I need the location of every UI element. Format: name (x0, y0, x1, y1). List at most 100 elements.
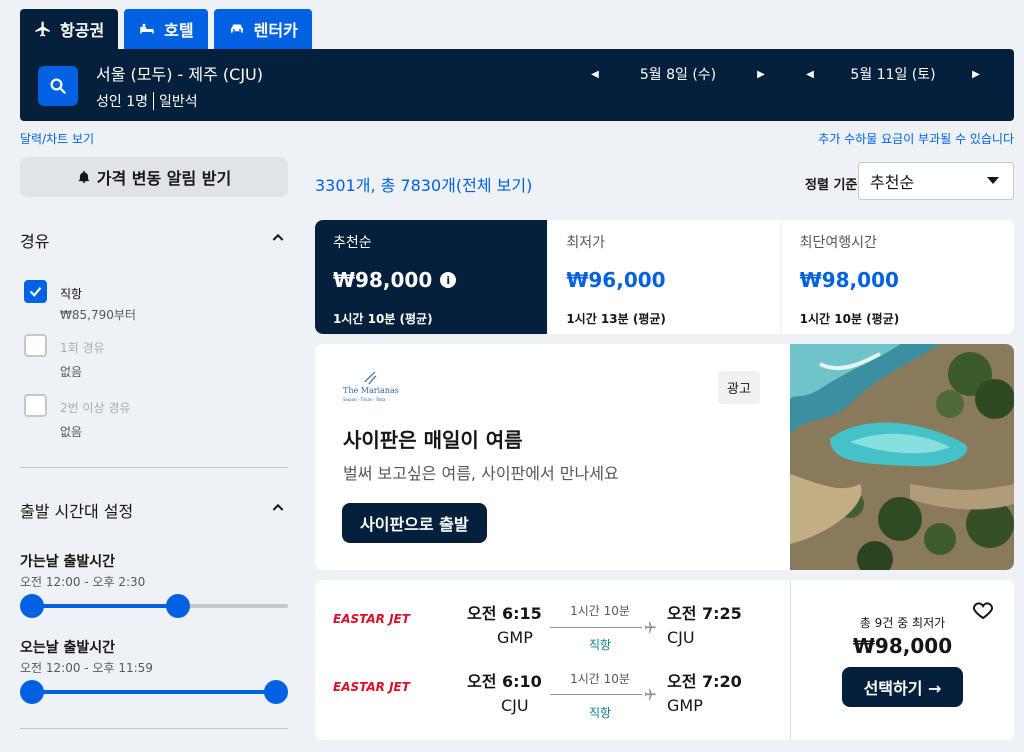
caret-down-icon (987, 177, 999, 184)
leg1-arrival-code: CJU (667, 628, 695, 647)
tab-car-hire-label: 렌터카 (253, 21, 298, 40)
sort-tab-price: ₩98,000 (333, 268, 433, 292)
leg2-departure-code: CJU (501, 696, 529, 715)
plane-icon (35, 21, 50, 37)
travellers-cabin[interactable]: 성인 1명 일반석 (96, 91, 198, 111)
sort-tab-title: 추천순 (333, 235, 372, 251)
stops-two-price: 없음 (60, 425, 83, 439)
next-return-date-icon[interactable]: ▶ (969, 69, 983, 80)
card-divider (790, 580, 791, 740)
leg1-departure-code: GMP (497, 628, 533, 647)
airline-logo: EASTAR JET (333, 612, 410, 626)
car-icon (230, 24, 243, 33)
inbound-slider-title: 오는날 출발시간 (20, 640, 116, 656)
leg2-arrival-code: GMP (667, 696, 703, 715)
prev-date-icon[interactable]: ◀ (588, 69, 602, 80)
inbound-slider-track[interactable] (20, 680, 288, 704)
airline-logo: EASTAR JET (333, 680, 410, 694)
leg1-duration: 1시간 10분 (570, 604, 630, 618)
results-count-link[interactable]: 3301개, 총 7830개(전체 보기) (315, 172, 532, 196)
divider (20, 728, 288, 729)
search-icon (50, 78, 66, 94)
cabin-text: 일반석 (159, 94, 198, 110)
plane-icon (644, 688, 656, 700)
search-summary-bar: 서울 (모두) - 제주 (CJU) 성인 1명 일반석 ◀ 5월 8일 (수)… (20, 49, 1014, 121)
stops-two-label: 2번 이상 경유 (60, 401, 131, 415)
outbound-slider-fill (32, 604, 179, 608)
sort-tab-price: ₩96,000 (566, 268, 666, 292)
route-text[interactable]: 서울 (모두) - 제주 (CJU) (96, 61, 263, 85)
ad-subtitle: 벌써 보고싶은 여름, 사이판에서 만나세요 (343, 464, 619, 483)
inbound-slider-end-handle[interactable] (264, 680, 288, 704)
tab-hotels-label: 호텔 (164, 21, 194, 40)
divider (20, 467, 288, 468)
stops-one-checkbox[interactable] (24, 334, 47, 357)
outbound-slider-start-handle[interactable] (20, 594, 44, 618)
sort-tab-cheapest[interactable]: 최저가 ₩96,000 1시간 13분 (평균) (548, 220, 781, 334)
stops-direct-checkbox[interactable] (24, 280, 47, 303)
prev-return-date-icon[interactable]: ◀ (803, 69, 817, 80)
ad-cta-button[interactable]: 사이판으로 출발 (342, 503, 487, 543)
outbound-slider-track[interactable] (20, 594, 288, 618)
return-date-picker: ◀ 5월 11일 (토) ▶ (803, 63, 983, 85)
check-icon (29, 287, 42, 297)
next-date-icon[interactable]: ▶ (754, 69, 768, 80)
price-alert-button[interactable]: 가격 변동 알림 받기 (20, 157, 288, 197)
flight-card[interactable]: EASTAR JET 오전 6:15 GMP 1시간 10분 직항 오전 7:2… (315, 580, 1014, 740)
stops-one-label: 1회 경유 (60, 341, 105, 355)
select-flight-button[interactable]: 선택하기 → (842, 667, 963, 707)
sort-tab-fastest[interactable]: 최단여행시간 ₩98,000 1시간 10분 (평균) (781, 220, 1014, 334)
price-alert-label: 가격 변동 알림 받기 (96, 169, 232, 188)
search-button[interactable] (38, 66, 78, 106)
bed-icon (140, 23, 154, 34)
bell-icon (78, 170, 89, 183)
deals-text: 총 9건 중 최저가 (859, 616, 946, 630)
sort-select[interactable]: 추천순 (858, 162, 1014, 200)
tab-flights-label: 항공권 (60, 21, 105, 40)
inbound-slider-fill (32, 690, 276, 694)
leg1-arrival-time: 오전 7:25 (667, 604, 742, 623)
ad-brand-tagline: Saipan · Tinian · Rota (343, 397, 386, 402)
sort-value: 추천순 (870, 173, 915, 192)
depart-date[interactable]: 5월 8일 (수) (602, 64, 754, 84)
tab-car-hire[interactable]: 렌터카 (213, 9, 312, 49)
sort-tab-duration: 1시간 10분 (평균) (333, 312, 433, 326)
inbound-slider-range: 오전 12:00 - 오후 11:59 (20, 661, 153, 675)
outbound-slider-title: 가는날 출발시간 (20, 554, 116, 570)
leg2-stops: 직항 (588, 706, 612, 720)
tab-flights[interactable]: 항공권 (20, 9, 119, 49)
sort-tab-title: 최단여행시간 (799, 235, 877, 251)
ad-badge: 광고 (718, 371, 760, 404)
sort-tab-price: ₩98,000 (799, 268, 899, 292)
sort-tab-duration: 1시간 10분 (평균) (799, 312, 900, 326)
leg1-route-line (550, 627, 642, 628)
stops-direct-price: ₩85,790부터 (60, 308, 136, 322)
chevron-up-icon[interactable] (270, 500, 286, 516)
ad-card[interactable]: The Marianas Saipan · Tinian · Rota 광고 사… (315, 344, 1014, 570)
bird-icon (364, 371, 377, 385)
ad-title: 사이판은 매일이 여름 (343, 428, 523, 452)
ad-beach-image (790, 344, 1014, 570)
flight-price: ₩98,000 (852, 634, 953, 658)
outbound-slider-end-handle[interactable] (166, 594, 191, 618)
leg2-departure-time: 오전 6:10 (467, 672, 542, 691)
baggage-notice-link[interactable]: 추가 수하물 요금이 부과될 수 있습니다 (818, 130, 1014, 147)
leg2-duration: 1시간 10분 (570, 672, 630, 686)
tab-hotels[interactable]: 호텔 (124, 9, 208, 49)
stops-title: 경유 (20, 232, 50, 251)
sort-tab-best[interactable]: 추천순 ₩98,000 i 1시간 10분 (평균) (315, 220, 548, 334)
sort-label: 정렬 기준 (805, 178, 858, 193)
info-icon[interactable]: i (440, 272, 457, 288)
sort-tab-title: 최저가 (566, 235, 605, 251)
sort-tabs: 추천순 ₩98,000 i 1시간 10분 (평균) 최저가 ₩96,000 1… (315, 220, 1014, 334)
inbound-slider-start-handle[interactable] (20, 680, 44, 704)
chevron-up-icon[interactable] (270, 230, 286, 246)
return-date[interactable]: 5월 11일 (토) (817, 64, 969, 84)
ad-brand: The Marianas (343, 386, 399, 395)
sort-tab-duration: 1시간 13분 (평균) (566, 312, 666, 326)
separator (153, 92, 154, 110)
leg1-departure-time: 오전 6:15 (467, 604, 542, 623)
calendar-link[interactable]: 달력/차트 보기 (20, 130, 94, 147)
time-title: 출발 시간대 설정 (20, 502, 134, 521)
stops-two-checkbox[interactable] (24, 394, 47, 417)
